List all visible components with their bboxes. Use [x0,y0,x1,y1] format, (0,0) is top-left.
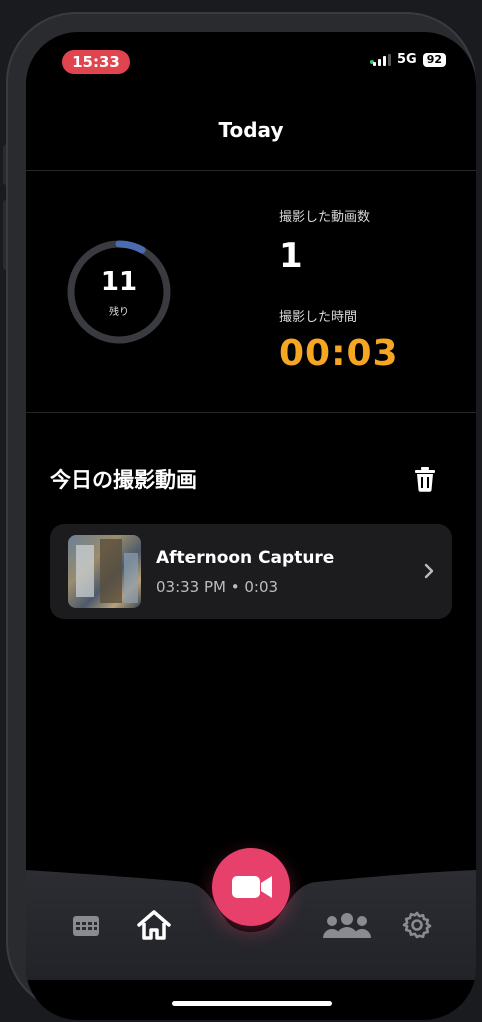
status-bar: 15:33 5G 92 [26,48,476,76]
page-title: Today [218,118,284,142]
remaining-label: 残り [109,307,129,318]
summary-divider [26,412,476,413]
video-thumbnail [68,535,141,608]
remaining-count: 11 [100,267,138,297]
video-camera-icon [232,876,272,898]
chevron-right-icon [424,563,434,579]
battery-icon: 92 [422,52,446,67]
status-indicators: 5G 92 [372,52,446,67]
network-label: 5G [396,52,417,67]
home-indicator [172,1001,332,1006]
record-button[interactable] [212,848,290,926]
trash-icon[interactable] [410,464,440,494]
screen: 15:33 5G 92 Today 11 残り 撮影した動画数 1 撮影した時間… [26,32,476,1020]
video-title: Afternoon Capture [156,548,335,568]
header-divider [26,170,476,171]
videos-count-label: 撮影した動画数 [279,210,371,225]
home-icon[interactable] [136,908,172,942]
calendar-icon[interactable] [72,914,100,938]
gear-icon[interactable] [402,910,432,940]
duration-value: 00:03 [279,333,399,374]
videos-count-value: 1 [279,236,303,276]
people-icon[interactable] [322,912,372,940]
signal-icon [372,53,391,66]
video-meta: 03:33 PM • 0:03 [156,578,279,596]
section-title: 今日の撮影動画 [50,468,197,492]
status-time: 15:33 [62,50,130,74]
phone-frame: 15:33 5G 92 Today 11 残り 撮影した動画数 1 撮影した時間… [6,12,476,1020]
remaining-ring: 11 残り [64,237,174,347]
video-list-item[interactable]: Afternoon Capture 03:33 PM • 0:03 [50,524,452,619]
duration-label: 撮影した時間 [279,310,358,325]
